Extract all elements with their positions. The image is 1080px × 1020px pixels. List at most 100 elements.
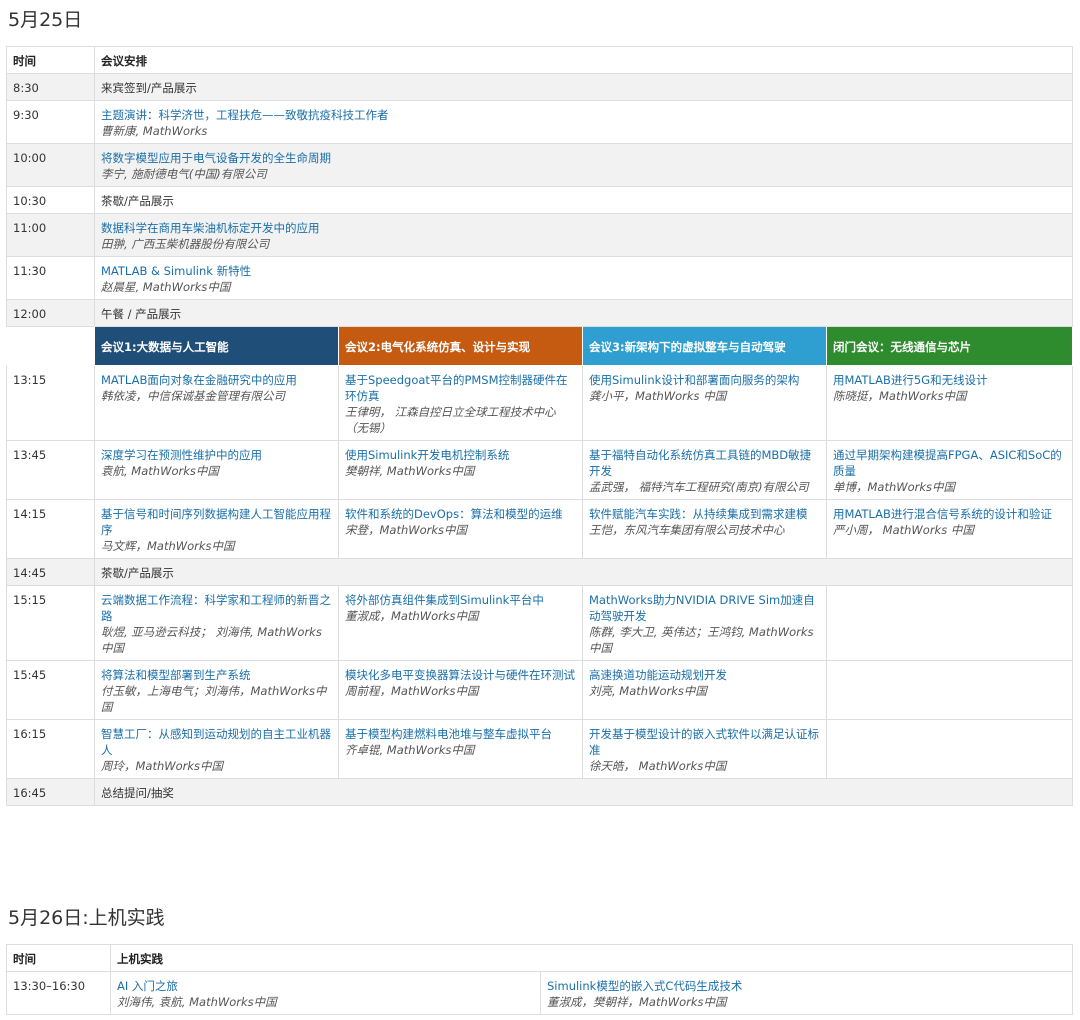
time-cell: 11:00 <box>6 213 95 257</box>
session-title-link[interactable]: 开发基于模型设计的嵌入式软件以满足认证标准 <box>589 726 820 758</box>
table-row: 13:30–16:30 AI 入门之旅 刘海伟, 袁航, MathWorks中国 Si… <box>6 971 1073 1015</box>
session-title-link[interactable]: 通过早期架构建模提高FPGA、ASIC和SoC的质量 <box>833 447 1066 479</box>
session-cell: 高速换道功能运动规划开发 刘亮, MathWorks中国 <box>582 660 827 720</box>
session-title-link[interactable]: MATLAB面向对象在金融研究中的应用 <box>101 372 332 388</box>
session-title-link[interactable]: 基于信号和时间序列数据构建人工智能应用程序 <box>101 506 332 538</box>
session-title-link[interactable]: 软件赋能汽车实践：从持续集成到需求建模 <box>589 506 820 522</box>
time-cell: 13:15 <box>6 365 95 441</box>
session-cell: 基于模型构建燃料电池堆与整车虚拟平台 齐卓锟, MathWorks中国 <box>338 719 583 779</box>
session-title-link[interactable]: 用MATLAB进行5G和无线设计 <box>833 372 1066 388</box>
table-row: 14:15 基于信号和时间序列数据构建人工智能应用程序 马文辉，MathWorks中… <box>6 499 1073 559</box>
session-cell <box>826 719 1073 779</box>
day2-body: 13:30–16:30 AI 入门之旅 刘海伟, 袁航, MathWorks中国 Si… <box>6 971 1073 1015</box>
session-cell: 用MATLAB进行混合信号系统的设计和验证 严小周， MathWorks 中国 <box>826 499 1073 559</box>
session-title-link[interactable]: 主题演讲：科学济世，工程扶危——致敬抗疫科技工作者 <box>101 107 1066 123</box>
session-speaker: 严小周， MathWorks 中国 <box>833 523 974 537</box>
session-title-link[interactable]: 使用Simulink设计和部署面向服务的架构 <box>589 372 820 388</box>
session-title-link[interactable]: AI 入门之旅 <box>117 978 534 994</box>
table-row: 11:00 数据科学在商用车柴油机标定开发中的应用 田翀, 广西玉柴机器股份有限公司 <box>6 213 1073 257</box>
table-row: 10:30 茶歇/产品展示 <box>6 186 1073 214</box>
session-speaker: 陈晓挺，MathWorks中国 <box>833 389 967 403</box>
session-speaker: 耿煜, 亚马逊云科技； 刘海伟, MathWorks中国 <box>101 625 322 655</box>
session-speaker: 李宁, 施耐德电气(中国)有限公司 <box>101 167 267 181</box>
session-cell <box>826 660 1073 720</box>
table-header-row: 时间 上机实践 <box>6 944 1073 972</box>
session-speaker: 单博，MathWorks中国 <box>833 480 956 494</box>
table-row: 13:15 MATLAB面向对象在金融研究中的应用 韩依凌，中信保诚基金管理有限公司… <box>6 365 1073 441</box>
session-title-link[interactable]: 软件和系统的DevOps：算法和模型的运维 <box>345 506 576 522</box>
agenda-page: 5月25日 时间 会议安排 8:30 来宾签到/产品展示 9:30 主题演讲：科学济世… <box>0 0 1080 1020</box>
session-cell: 将外部仿真组件集成到Simulink平台中 董淑成，MathWorks中国 <box>338 585 583 661</box>
session-cell: Simulink模型的嵌入式C代码生成技术 董淑成，樊朝祥，MathWorks中国 <box>540 971 1073 1015</box>
session-title-link[interactable]: 模块化多电平变换器算法设计与硬件在环测试 <box>345 667 576 683</box>
session-title-link[interactable]: Simulink模型的嵌入式C代码生成技术 <box>547 978 1066 994</box>
session-cell: 软件赋能汽车实践：从持续集成到需求建模 王恺，东风汽车集团有限公司技术中心 <box>582 499 827 559</box>
session-title-link[interactable]: 将数字模型应用于电气设备开发的全生命周期 <box>101 150 1066 166</box>
table-row: 11:30 MATLAB & Simulink 新特性 赵晨星, MathWorks… <box>6 256 1073 300</box>
table-row: 9:30 主题演讲：科学济世，工程扶危——致敬抗疫科技工作者 曹新康, MathWo… <box>6 100 1073 144</box>
table-row: 15:45 将算法和模型部署到生产系统 付玉敏，上海电气；刘海伟，MathWorks… <box>6 660 1073 720</box>
day2-agenda-table: 时间 上机实践 13:30–16:30 AI 入门之旅 刘海伟, 袁航, MathW… <box>6 944 1073 1015</box>
track-header: 会议3:新架构下的虚拟整车与自动驾驶 <box>582 326 827 366</box>
session-cell: 将数字模型应用于电气设备开发的全生命周期 李宁, 施耐德电气(中国)有限公司 <box>94 143 1073 187</box>
session-speaker: 樊朝祥, MathWorks中国 <box>345 464 475 478</box>
session-cell: 模块化多电平变换器算法设计与硬件在环测试 周前程，MathWorks中国 <box>338 660 583 720</box>
time-cell: 16:15 <box>6 719 95 779</box>
session-cell: MATLAB面向对象在金融研究中的应用 韩依凌，中信保诚基金管理有限公司 <box>94 365 339 441</box>
time-cell: 10:30 <box>6 186 95 214</box>
session-speaker: 王律明， 江森自控日立全球工程技术中心（无锡） <box>345 405 556 435</box>
session-speaker: 曹新康, MathWorks <box>101 124 208 138</box>
session-title-link[interactable]: 基于模型构建燃料电池堆与整车虚拟平台 <box>345 726 576 742</box>
session-title-link[interactable]: 使用Simulink开发电机控制系统 <box>345 447 576 463</box>
session-cell: 软件和系统的DevOps：算法和模型的运维 宋登，MathWorks中国 <box>338 499 583 559</box>
time-cell: 15:45 <box>6 660 95 720</box>
agenda-text: 总结提问/抽奖 <box>101 786 174 800</box>
session-cell <box>826 585 1073 661</box>
session-title-link[interactable]: 基于福特自动化系统仿真工具链的MBD敏捷开发 <box>589 447 820 479</box>
agenda-cell: 总结提问/抽奖 <box>94 778 1073 806</box>
agenda-cell: 午餐 / 产品展示 <box>94 299 1073 327</box>
time-cell: 15:15 <box>6 585 95 661</box>
session-cell: 深度学习在预测性维护中的应用 袁航, MathWorks中国 <box>94 440 339 500</box>
track-header-row: 会议1:大数据与人工智能 会议2:电气化系统仿真、设计与实现 会议3:新架构下的虚拟… <box>6 326 1073 366</box>
session-cell: 通过早期架构建模提高FPGA、ASIC和SoC的质量 单博，MathWorks中国 <box>826 440 1073 500</box>
session-speaker: 龚小平，MathWorks 中国 <box>589 389 727 403</box>
session-title-link[interactable]: 用MATLAB进行混合信号系统的设计和验证 <box>833 506 1066 522</box>
session-cell: 主题演讲：科学济世，工程扶危——致敬抗疫科技工作者 曹新康, MathWorks <box>94 100 1073 144</box>
time-cell: 10:00 <box>6 143 95 187</box>
header-time: 时间 <box>6 944 111 972</box>
session-title-link[interactable]: 高速换道功能运动规划开发 <box>589 667 820 683</box>
time-cell: 14:15 <box>6 499 95 559</box>
session-title-link[interactable]: 智慧工厂：从感知到运动规划的自主工业机器人 <box>101 726 332 758</box>
agenda-cell: 茶歇/产品展示 <box>94 558 1073 586</box>
track-time-blank <box>6 326 95 366</box>
session-title-link[interactable]: 云端数据工作流程：科学家和工程师的新晋之路 <box>101 592 332 624</box>
time-cell: 16:45 <box>6 778 95 806</box>
time-cell: 12:00 <box>6 299 95 327</box>
session-title-link[interactable]: 将算法和模型部署到生产系统 <box>101 667 332 683</box>
header-agenda: 上机实践 <box>110 944 1073 972</box>
header-time: 时间 <box>6 46 95 74</box>
table-row: 10:00 将数字模型应用于电气设备开发的全生命周期 李宁, 施耐德电气(中国)有限… <box>6 143 1073 187</box>
session-cell: 智慧工厂：从感知到运动规划的自主工业机器人 周玲，MathWorks中国 <box>94 719 339 779</box>
session-speaker: 刘亮, MathWorks中国 <box>589 684 707 698</box>
day1-agenda-table: 时间 会议安排 8:30 来宾签到/产品展示 9:30 主题演讲：科学济世，工程扶危—… <box>6 46 1073 806</box>
session-speaker: 刘海伟, 袁航, MathWorks中国 <box>117 995 277 1009</box>
session-title-link[interactable]: 将外部仿真组件集成到Simulink平台中 <box>345 592 576 608</box>
session-title-link[interactable]: 基于Speedgoat平台的PMSM控制器硬件在环仿真 <box>345 372 576 404</box>
session-cell: 基于Speedgoat平台的PMSM控制器硬件在环仿真 王律明， 江森自控日立全球… <box>338 365 583 441</box>
session-title-link[interactable]: MathWorks助力NVIDIA DRIVE Sim加速自动驾驶开发 <box>589 592 820 624</box>
track-header: 闭门会议：无线通信与芯片 <box>826 326 1073 366</box>
session-title-link[interactable]: MATLAB & Simulink 新特性 <box>101 263 1066 279</box>
session-cell: 基于福特自动化系统仿真工具链的MBD敏捷开发 孟武强， 福特汽车工程研究(南京)有… <box>582 440 827 500</box>
session-speaker: 田翀, 广西玉柴机器股份有限公司 <box>101 237 270 251</box>
day1-body: 8:30 来宾签到/产品展示 9:30 主题演讲：科学济世，工程扶危——致敬抗疫科技工… <box>6 73 1073 806</box>
session-speaker: 付玉敏，上海电气；刘海伟，MathWorks中国 <box>101 684 327 714</box>
session-speaker: 陈群, 李大卫, 英伟达；王鸿钧, MathWorks中国 <box>589 625 814 655</box>
agenda-cell: 来宾签到/产品展示 <box>94 73 1073 101</box>
session-title-link[interactable]: 数据科学在商用车柴油机标定开发中的应用 <box>101 220 1066 236</box>
session-cell: 开发基于模型设计的嵌入式软件以满足认证标准 徐天皓， MathWorks中国 <box>582 719 827 779</box>
session-title-link[interactable]: 深度学习在预测性维护中的应用 <box>101 447 332 463</box>
session-speaker: 韩依凌，中信保诚基金管理有限公司 <box>101 389 285 403</box>
track-header: 会议1:大数据与人工智能 <box>94 326 339 366</box>
